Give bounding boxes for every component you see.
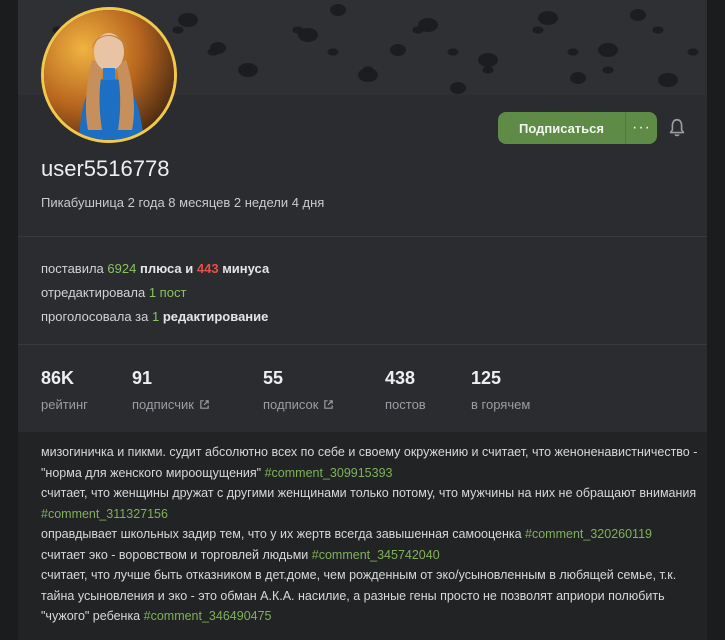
voted-edits-line: проголосовала за 1 редактирование — [41, 309, 268, 324]
profile-actions: Подписаться ··· — [498, 112, 657, 144]
metric-subscriptions[interactable]: 55 подписок — [263, 368, 334, 412]
comment-link[interactable]: #comment_345742040 — [312, 548, 440, 562]
note-paragraph: считает эко - воровством и торговлей люд… — [41, 547, 309, 562]
comment-link[interactable]: #comment_311327156 — [41, 507, 168, 521]
metric-value: 55 — [263, 368, 284, 388]
avatar[interactable] — [41, 7, 177, 143]
metric-value: 91 — [132, 368, 153, 388]
comment-link[interactable]: #comment_346490475 — [144, 609, 272, 623]
avatar-image — [44, 10, 174, 140]
divider — [18, 236, 707, 237]
username: user5516778 — [41, 156, 170, 181]
more-options-button[interactable]: ··· — [626, 112, 657, 144]
edits-line: отредактировала 1 пост — [41, 285, 186, 300]
minus-count: 443 — [196, 261, 219, 276]
note-paragraph: считает, что женщины дружат с другими же… — [41, 486, 697, 500]
note-text: мизогиничка и пикми. судит абсолютно все… — [41, 442, 701, 627]
comment-link[interactable]: #comment_309915393 — [265, 466, 393, 480]
metric-posts: 438 постов — [385, 368, 426, 412]
metric-value: 125 — [471, 368, 502, 388]
voted-prefix: проголосовала за — [41, 309, 149, 324]
metric-subscribers[interactable]: 91 подписчик — [132, 368, 210, 412]
comment-link[interactable]: #comment_320260119 — [525, 527, 652, 541]
profile-page: Подписаться ··· user5516778 Пикабушница … — [0, 0, 725, 640]
note-paragraph: оправдывает школьных задир тем, что у их… — [41, 527, 522, 541]
profile-card: Подписаться ··· user5516778 Пикабушница … — [18, 0, 707, 640]
edits-count-link[interactable]: 1 пост — [149, 285, 187, 300]
voted-suffix: редактирование — [162, 309, 269, 324]
plus-count: 6924 — [107, 261, 137, 276]
note-paragraph: считает, что лучше быть отказником в дет… — [41, 568, 677, 623]
user-note: мизогиничка и пикми. судит абсолютно все… — [18, 432, 707, 640]
subscribe-button[interactable]: Подписаться — [498, 112, 626, 144]
external-link-icon — [200, 400, 209, 409]
divider — [18, 344, 707, 345]
votes-prefix: поставила — [41, 261, 104, 276]
metric-label: в горячем — [471, 397, 531, 412]
edits-prefix: отредактировала — [41, 285, 146, 300]
metric-value: 438 — [385, 368, 416, 388]
metric-value: 86K — [41, 368, 75, 388]
voted-count[interactable]: 1 — [152, 309, 159, 324]
metric-label: постов — [385, 397, 426, 412]
plus-word: плюса и — [139, 261, 194, 276]
left-gutter — [0, 0, 18, 640]
votes-line: поставила 6924 плюса и 443 минуса — [41, 261, 269, 276]
metric-label: подписчик — [132, 397, 194, 412]
tenure-text: Пикабушница 2 года 8 месяцев 2 недели 4 … — [41, 195, 325, 210]
metric-label: подписок — [263, 397, 319, 412]
minus-word: минуса — [222, 261, 270, 276]
metric-rating: 86K рейтинг — [41, 368, 88, 412]
metric-hot: 125 в горячем — [471, 368, 530, 412]
external-link-icon — [324, 400, 334, 409]
bell-icon[interactable] — [666, 117, 688, 139]
metric-label: рейтинг — [41, 397, 88, 412]
right-gutter — [707, 0, 725, 640]
